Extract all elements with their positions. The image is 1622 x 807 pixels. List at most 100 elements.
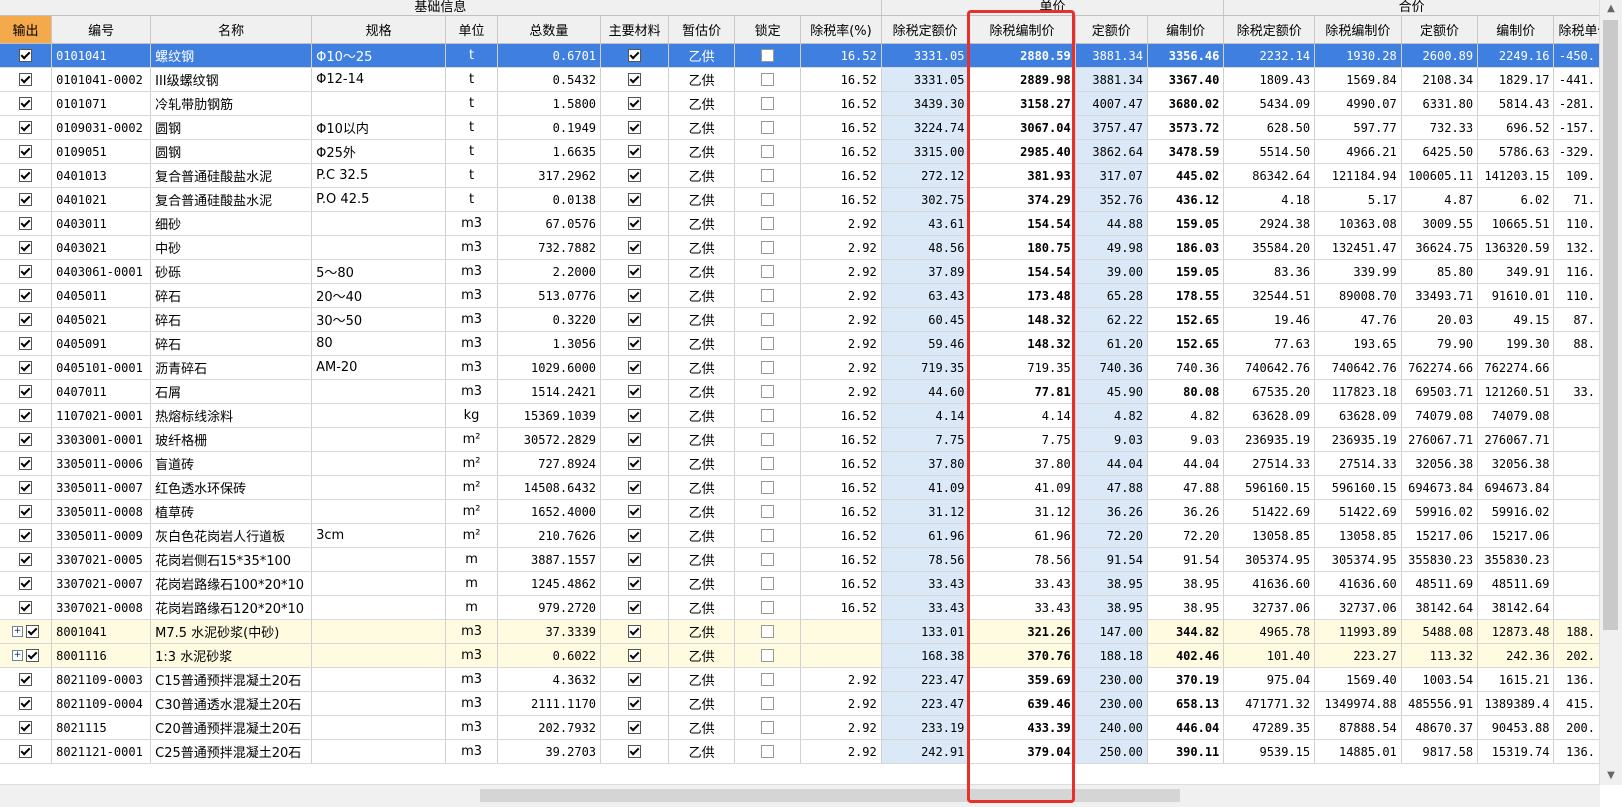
cell-unit-compiled[interactable]: 3367.40 <box>1147 67 1225 92</box>
main-material-checkbox[interactable] <box>628 505 642 518</box>
cell-unit-compiled[interactable]: 9.03 <box>1147 427 1225 452</box>
cell-unit-compiled[interactable]: 152.65 <box>1147 331 1225 356</box>
output-checkbox[interactable] <box>19 241 33 254</box>
cell-main-material[interactable] <box>600 187 670 212</box>
table-row[interactable]: 8021121-0001 C25普通预拌混凝土20石 m3 39.2703 乙供 2.92… <box>0 739 1600 764</box>
cell-estimate[interactable]: 乙供 <box>668 427 736 452</box>
cell-lock[interactable] <box>734 43 802 68</box>
column-header-spec[interactable]: 规格 <box>311 15 447 44</box>
cell-unit-tax-compiled[interactable]: 370.76 <box>968 643 1076 668</box>
lock-checkbox[interactable] <box>761 121 775 134</box>
cell-output[interactable] <box>0 211 53 236</box>
cell-output[interactable]: + <box>0 643 53 668</box>
cell-unit-compiled[interactable]: 344.82 <box>1147 619 1225 644</box>
cell-estimate[interactable]: 乙供 <box>668 355 736 380</box>
cell-lock[interactable] <box>734 307 802 332</box>
cell-output[interactable] <box>0 91 53 116</box>
lock-checkbox[interactable] <box>761 721 775 734</box>
main-material-checkbox[interactable] <box>628 481 642 494</box>
lock-checkbox[interactable] <box>761 577 775 590</box>
cell-unit-tax-compiled[interactable]: 379.04 <box>968 739 1076 764</box>
table-row[interactable]: 8021109-0004 C30普通透水混凝土20石 m3 2111.1170 乙供 2.… <box>0 691 1600 716</box>
lock-checkbox[interactable] <box>761 97 775 110</box>
cell-output[interactable] <box>0 379 53 404</box>
table-row[interactable]: 3307021-0007 花岗岩路缘石100*20*10 m 1245.4862 乙供 1… <box>0 571 1600 596</box>
cell-main-material[interactable] <box>600 235 670 260</box>
table-row[interactable]: 0101041 螺纹钢 Φ10～25 t 0.6701 乙供 16.52 3331.05 288… <box>0 43 1600 68</box>
main-material-checkbox[interactable] <box>628 385 642 398</box>
cell-unit-tax-compiled[interactable]: 148.32 <box>968 331 1076 356</box>
lock-checkbox[interactable] <box>761 745 775 758</box>
cell-output[interactable] <box>0 595 53 620</box>
cell-output[interactable] <box>0 475 53 500</box>
cell-unit-compiled[interactable]: 445.02 <box>1147 163 1225 188</box>
table-row[interactable]: 0109051 圆钢 Φ25外 t 1.6635 乙供 16.52 3315.00 2985.4… <box>0 139 1600 164</box>
cell-output[interactable] <box>0 283 53 308</box>
main-material-checkbox[interactable] <box>628 337 642 350</box>
cell-main-material[interactable] <box>600 139 670 164</box>
cell-lock[interactable] <box>734 355 802 380</box>
cell-output[interactable] <box>0 427 53 452</box>
cell-unit-tax-compiled[interactable]: 321.26 <box>968 619 1076 644</box>
cell-estimate[interactable]: 乙供 <box>668 235 736 260</box>
cell-lock[interactable] <box>734 643 802 668</box>
table-row[interactable]: +8001116 1:3 水泥砂浆 m3 0.6022 乙供 168.38 370.76 18… <box>0 643 1600 668</box>
cell-output[interactable] <box>0 235 53 260</box>
main-material-checkbox[interactable] <box>628 97 642 110</box>
cell-unit-compiled[interactable]: 44.04 <box>1147 451 1225 476</box>
column-header-unit[interactable]: 单位 <box>445 15 498 44</box>
cell-unit-tax-compiled[interactable]: 2889.98 <box>968 67 1076 92</box>
main-material-checkbox[interactable] <box>628 601 642 614</box>
lock-checkbox[interactable] <box>761 529 775 542</box>
cell-output[interactable] <box>0 691 53 716</box>
table-row[interactable]: 8021109-0003 C15普通预拌混凝土20石 m3 4.3632 乙供 2.92 2… <box>0 667 1600 692</box>
lock-checkbox[interactable] <box>761 289 775 302</box>
table-row[interactable]: 0403061-0001 砂砾 5～80 m3 2.2000 乙供 2.92 37.89 154… <box>0 259 1600 284</box>
lock-checkbox[interactable] <box>761 241 775 254</box>
output-checkbox[interactable] <box>19 337 33 350</box>
cell-output[interactable] <box>0 355 53 380</box>
lock-checkbox[interactable] <box>761 601 775 614</box>
cell-estimate[interactable]: 乙供 <box>668 499 736 524</box>
cell-unit-compiled[interactable]: 38.95 <box>1147 595 1225 620</box>
main-material-checkbox[interactable] <box>628 49 642 62</box>
output-checkbox[interactable] <box>19 217 33 230</box>
table-row[interactable]: 3305011-0006 盲道砖 m² 727.8924 乙供 16.52 37.80 37.… <box>0 451 1600 476</box>
output-checkbox[interactable] <box>26 625 40 638</box>
lock-checkbox[interactable] <box>761 649 775 662</box>
cell-output[interactable] <box>0 67 53 92</box>
vertical-scrollbar[interactable]: ▲ ▼ <box>1599 0 1622 785</box>
column-header-estimate[interactable]: 暂估价 <box>668 15 736 44</box>
cell-main-material[interactable] <box>600 691 670 716</box>
lock-checkbox[interactable] <box>761 697 775 710</box>
cell-estimate[interactable]: 乙供 <box>668 139 736 164</box>
output-checkbox[interactable] <box>19 121 33 134</box>
cell-lock[interactable] <box>734 547 802 572</box>
cell-unit-compiled[interactable]: 3573.72 <box>1147 115 1225 140</box>
cell-lock[interactable] <box>734 67 802 92</box>
main-material-checkbox[interactable] <box>628 265 642 278</box>
cell-estimate[interactable]: 乙供 <box>668 307 736 332</box>
main-material-checkbox[interactable] <box>628 217 642 230</box>
column-header-tax-rate[interactable]: 除税率(%) <box>800 15 882 44</box>
output-checkbox[interactable] <box>19 409 33 422</box>
scroll-up-arrow-icon[interactable]: ▲ <box>1600 0 1622 18</box>
main-material-checkbox[interactable] <box>628 697 642 710</box>
cell-output[interactable] <box>0 499 53 524</box>
output-checkbox[interactable] <box>26 649 40 662</box>
cell-main-material[interactable] <box>600 355 670 380</box>
table-row[interactable]: 8021115 C20普通预拌混凝土20石 m3 202.7932 乙供 2.92 233.… <box>0 715 1600 740</box>
table-row[interactable]: 0109031-0002 圆钢 Φ10以内 t 0.1949 乙供 16.52 3224.74… <box>0 115 1600 140</box>
cell-estimate[interactable]: 乙供 <box>668 331 736 356</box>
cell-output[interactable] <box>0 451 53 476</box>
cell-main-material[interactable] <box>600 499 670 524</box>
lock-checkbox[interactable] <box>761 361 775 374</box>
cell-lock[interactable] <box>734 715 802 740</box>
cell-output[interactable] <box>0 331 53 356</box>
cell-main-material[interactable] <box>600 211 670 236</box>
cell-main-material[interactable] <box>600 283 670 308</box>
main-material-checkbox[interactable] <box>628 625 642 638</box>
cell-unit-tax-compiled[interactable]: 3158.27 <box>968 91 1076 116</box>
cell-main-material[interactable] <box>600 67 670 92</box>
table-row[interactable]: 0101071 冷轧带肋钢筋 t 1.5800 乙供 16.52 3439.30 3158.2… <box>0 91 1600 116</box>
